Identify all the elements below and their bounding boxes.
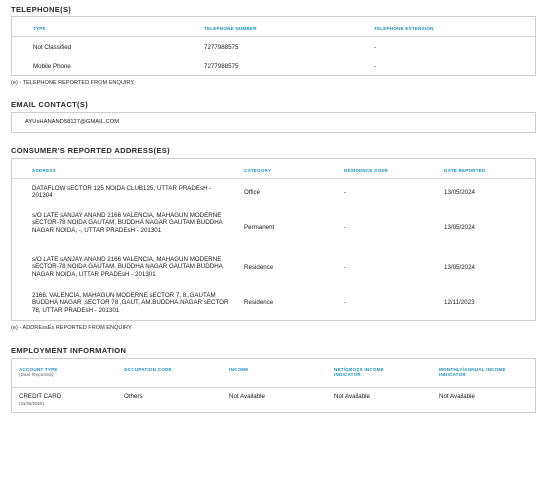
address-row-2-date: 13/05/2024 <box>444 224 475 231</box>
telephones-header-number: TELEPHONE NUMBER <box>204 26 257 31</box>
address-row-3-date: 13/05/2024 <box>444 264 475 271</box>
telephone-row-1-extension: - <box>374 44 377 51</box>
telephone-row-2-type: Mobile Phone <box>33 63 71 70</box>
telephones-header-extension: TELEPHONE EXTENSION <box>374 26 434 31</box>
address-row-2-address: s/O LATE sANJAY ANAND 2166 VALENCIA, MAH… <box>32 212 223 234</box>
employment-header-account-type-label: ACCOUNT TYPE <box>19 367 58 372</box>
email-title: EMAIL CONTACT(S) <box>11 100 89 109</box>
employment-row-1-account-type-label: CREDIT CARD <box>19 393 62 400</box>
address-row-4-residence-code: - <box>344 299 347 306</box>
addresses-header-category: CATEGORY <box>244 168 272 173</box>
address-row-4-category: Residence <box>244 299 274 306</box>
employment-header-net-gross: NET/GROSS INCOME INDICATOR <box>334 367 384 378</box>
address-row-1-residence-code: - <box>344 189 347 196</box>
employment-header-account-type-sub: (Date Reported) <box>19 372 54 378</box>
telephone-row-2-extension: - <box>374 63 377 70</box>
address-row-3-residence-code: - <box>344 264 347 271</box>
addresses-table: ADDRESS CATEGORY RESIDENCE CODE DATE REP… <box>11 158 536 321</box>
addresses-header-residence-code: RESIDENCE CODE <box>344 168 389 173</box>
divider <box>12 178 535 179</box>
telephones-table: TYPE TELEPHONE NUMBER TELEPHONE EXTENSIO… <box>11 16 536 76</box>
divider <box>12 387 535 388</box>
addresses-note: (e) - ADDREssEs REPORTED FROM ENQUIRY <box>11 325 132 331</box>
telephones-header-type: TYPE <box>33 26 46 31</box>
address-row-4-address: 2166, VALENCIA, MAHAGUN MODERNE sECTOR 7… <box>32 292 229 314</box>
employment-header-occupation-code: OCCUPATION CODE <box>124 367 172 372</box>
telephones-note: (e) - TELEPHONE REPORTED FROM ENQUIRY <box>11 80 135 86</box>
employment-row-1-income: Not Available <box>229 393 266 400</box>
address-row-3-category: Residence <box>244 264 274 271</box>
employment-title: EMPLOYMENT INFORMATION <box>11 346 127 355</box>
employment-row-1-date-reported: (31/05/2025) <box>19 401 44 407</box>
address-row-1-address: DATAFLOW sECTOR 125 NOIDA CLUB125, UTTAR… <box>32 185 212 200</box>
address-row-2-category: Permanent <box>244 224 275 231</box>
employment-header-monthly-annual: MONTHLY/ANNUAL INCOME INDICATOR <box>439 367 506 378</box>
addresses-header-address: ADDRESS <box>32 168 56 173</box>
address-row-2-residence-code: - <box>344 224 347 231</box>
employment-header-income: INCOME <box>229 367 249 372</box>
employment-row-1-net-gross: Not Available <box>334 393 371 400</box>
address-row-4-date: 12/11/2023 <box>444 299 475 306</box>
divider <box>12 36 535 37</box>
telephone-row-1-number: 7277988575 <box>204 44 239 51</box>
telephone-row-1-type: Not Classified <box>33 44 72 51</box>
employment-row-1-account-type: CREDIT CARD (31/05/2025) <box>19 393 61 408</box>
employment-row-1-occupation-code: Others <box>124 393 143 400</box>
address-row-1-date: 13/05/2024 <box>444 189 475 196</box>
address-row-3-address: s/O LATE sANJAY ANAND 2166 VALENCIA, MAH… <box>32 256 223 278</box>
employment-row-1-monthly-annual: Not Available <box>439 393 476 400</box>
addresses-header-date-reported: DATE REPORTED <box>444 168 486 173</box>
telephones-title: TELEPHONE(S) <box>11 5 72 14</box>
employment-header-account-type: ACCOUNT TYPE (Date Reported) <box>19 367 58 378</box>
telephone-row-2-number: 7277988575 <box>204 63 239 70</box>
employment-table: ACCOUNT TYPE (Date Reported) OCCUPATION … <box>11 358 536 413</box>
address-row-1-category: Office <box>244 189 261 196</box>
addresses-title: CONSUMER'S REPORTED ADDRESS(ES) <box>11 146 170 155</box>
email-value: AYUsHANAND58127@GMAIL.COM <box>25 119 120 125</box>
email-box: AYUsHANAND58127@GMAIL.COM <box>11 112 536 133</box>
